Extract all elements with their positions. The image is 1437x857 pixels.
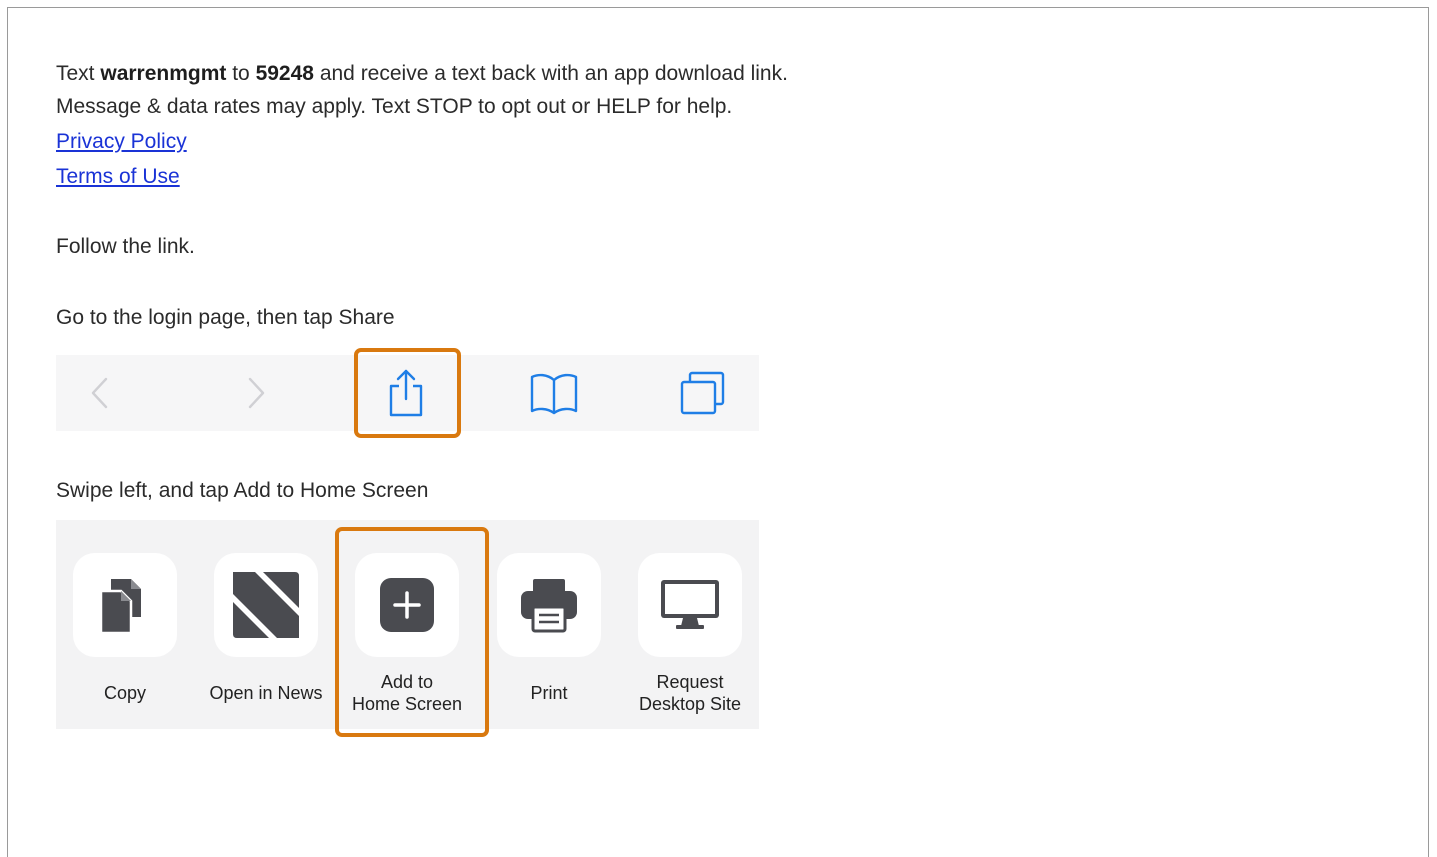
step-follow-link: Follow the link. — [56, 235, 195, 258]
step-tap-share: Go to the login page, then tap Share — [56, 306, 395, 329]
news-icon — [214, 553, 318, 657]
rates-disclaimer: Message & data rates may apply. Text STO… — [56, 95, 733, 118]
text-signup-instruction: Text warrenmgmt to 59248 and receive a t… — [56, 62, 788, 85]
action-request-desktop-site: Request Desktop Site — [621, 520, 751, 729]
tabs-icon — [673, 355, 733, 431]
copy-label: Copy — [103, 683, 147, 703]
open-in-news-label: Open in News — [209, 683, 323, 703]
print-label: Print — [530, 683, 568, 703]
share-highlight-box — [354, 348, 461, 438]
copy-icon — [73, 553, 177, 657]
terms-of-use-link[interactable]: Terms of Use — [56, 165, 180, 189]
add-to-home-highlight-box — [335, 527, 489, 737]
action-copy: Copy — [56, 520, 186, 729]
action-open-in-news: Open in News — [197, 520, 327, 729]
shortcode: 59248 — [255, 62, 314, 85]
back-icon — [70, 355, 130, 431]
desktop-icon — [638, 553, 742, 657]
step-add-home-screen: Swipe left, and tap Add to Home Screen — [56, 479, 429, 502]
page-frame — [7, 7, 1429, 857]
forward-icon — [226, 355, 286, 431]
print-icon — [497, 553, 601, 657]
keyword: warrenmgmt — [100, 62, 227, 85]
request-desktop-site-label: Request Desktop Site — [638, 672, 742, 714]
bookmarks-icon — [524, 355, 584, 431]
privacy-policy-link[interactable]: Privacy Policy — [56, 130, 187, 154]
action-print: Print — [480, 520, 610, 729]
